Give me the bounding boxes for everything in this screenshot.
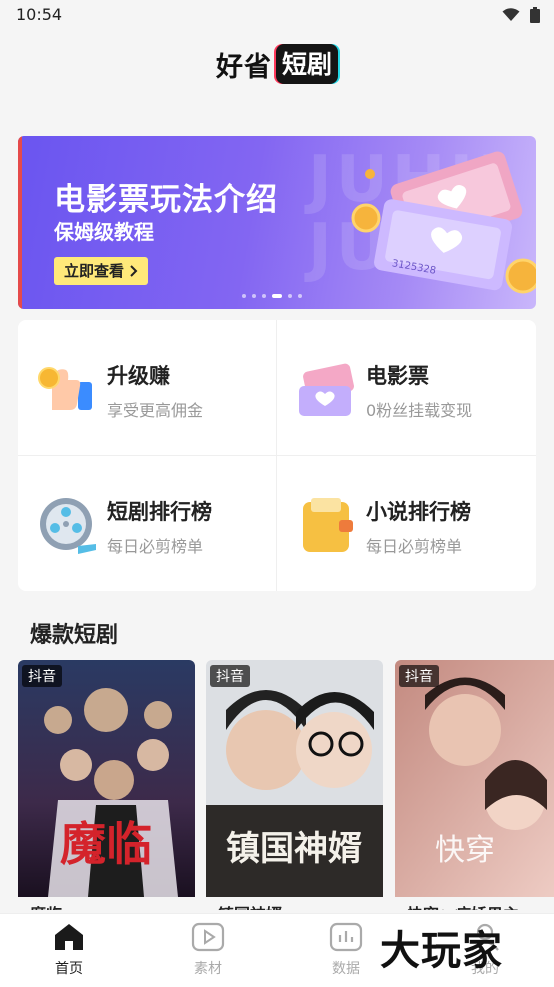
feature-drama-ranking[interactable]: 短剧排行榜 每日必剪榜单 xyxy=(18,456,276,591)
platform-tag: 抖音 xyxy=(210,665,250,687)
movie-ticket-illustration: 3125328 xyxy=(351,151,536,294)
banner-subtitle: 保姆级教程 xyxy=(54,220,154,244)
drama-poster: 镇国神婿 xyxy=(206,660,383,897)
chart-icon xyxy=(329,922,363,952)
platform-tag: 抖音 xyxy=(399,665,439,687)
platform-tag: 抖音 xyxy=(22,665,62,687)
chevron-right-icon xyxy=(130,265,138,277)
wifi-icon xyxy=(502,8,520,21)
wallet-book-icon xyxy=(303,498,353,552)
pagination-dot[interactable] xyxy=(242,294,246,298)
drama-poster-title: 快穿 xyxy=(435,833,495,868)
feature-subtitle: 享受更高佣金 xyxy=(107,401,204,420)
drama-name: 魔临 xyxy=(30,901,62,910)
drama-name: 快穿：病娇男主 xyxy=(407,901,519,910)
pagination-dot-active[interactable] xyxy=(272,294,282,298)
nav-material[interactable]: 素材 xyxy=(168,922,248,978)
pagination-dot[interactable] xyxy=(288,294,292,298)
banner-title: 电影票玩法介绍 xyxy=(54,182,278,218)
view-now-label: 立即查看 xyxy=(64,262,125,280)
feature-title: 升级赚 xyxy=(107,364,170,388)
nav-label: 数据 xyxy=(332,961,360,977)
feature-novel-ranking[interactable]: 小说排行榜 每日必剪榜单 xyxy=(277,456,535,591)
feature-title: 短剧排行榜 xyxy=(107,500,212,524)
play-icon xyxy=(191,922,225,952)
drama-card[interactable]: 快穿 抖音 快穿：病娇男主 xyxy=(395,660,554,910)
drama-name: 镇国神婿 xyxy=(218,901,282,910)
drama-poster: 魔临 xyxy=(18,660,195,897)
feature-subtitle: 每日必剪榜单 xyxy=(107,537,204,556)
banner-pagination xyxy=(242,294,302,298)
feature-subtitle: 每日必剪榜单 xyxy=(366,537,463,556)
coin-icon xyxy=(365,169,375,179)
drama-poster-title: 镇国神婿 xyxy=(226,829,362,869)
movie-ticket-icon xyxy=(299,363,354,416)
feature-grid: 升级赚 享受更高佣金 电影票 0粉丝挂载变现 短剧排行榜 每日必剪榜单 小说排行… xyxy=(18,320,536,591)
home-icon xyxy=(55,924,83,950)
nav-label: 首页 xyxy=(55,961,83,977)
banner-edge xyxy=(18,136,22,309)
film-reel-icon xyxy=(40,498,96,554)
status-time: 10:54 xyxy=(16,5,63,24)
nav-data[interactable]: 数据 xyxy=(306,922,386,978)
logo-text-badge: 短剧 xyxy=(275,44,338,84)
status-bar: 10:54 xyxy=(0,0,554,30)
status-icons xyxy=(502,7,540,23)
feature-title: 电影票 xyxy=(366,364,429,388)
pagination-dot[interactable] xyxy=(262,294,266,298)
coin-icon xyxy=(505,258,536,294)
logo-text-main: 好省 xyxy=(215,51,272,83)
pagination-dot[interactable] xyxy=(298,294,302,298)
drama-card[interactable]: 镇国神婿 抖音 镇国神婿 xyxy=(206,660,383,910)
thumbs-up-coin-icon xyxy=(38,367,92,410)
drama-card[interactable]: 魔临 抖音 魔临 xyxy=(18,660,195,910)
coin-icon xyxy=(351,203,381,233)
feature-upgrade-earn[interactable]: 升级赚 享受更高佣金 xyxy=(18,320,276,455)
feature-movie-ticket[interactable]: 电影票 0粉丝挂载变现 xyxy=(277,320,535,455)
battery-icon xyxy=(530,7,540,23)
section-title-hot-dramas: 爆款短剧 xyxy=(30,623,119,648)
pagination-dot[interactable] xyxy=(252,294,256,298)
promo-banner[interactable]: JUHU JUHU 3125328 电影票玩法介绍 保姆级教程 立即查看 xyxy=(18,136,536,309)
nav-home[interactable]: 首页 xyxy=(29,922,109,978)
drama-poster-title: 魔临 xyxy=(60,817,152,871)
drama-poster: 快穿 xyxy=(395,660,554,897)
app-logo: 好省 短剧 xyxy=(0,44,554,84)
view-now-button[interactable]: 立即查看 xyxy=(54,257,149,285)
site-watermark: 大玩家 xyxy=(380,928,503,974)
feature-subtitle: 0粉丝挂载变现 xyxy=(366,401,473,420)
feature-title: 小说排行榜 xyxy=(366,500,471,524)
nav-label: 素材 xyxy=(194,961,222,977)
